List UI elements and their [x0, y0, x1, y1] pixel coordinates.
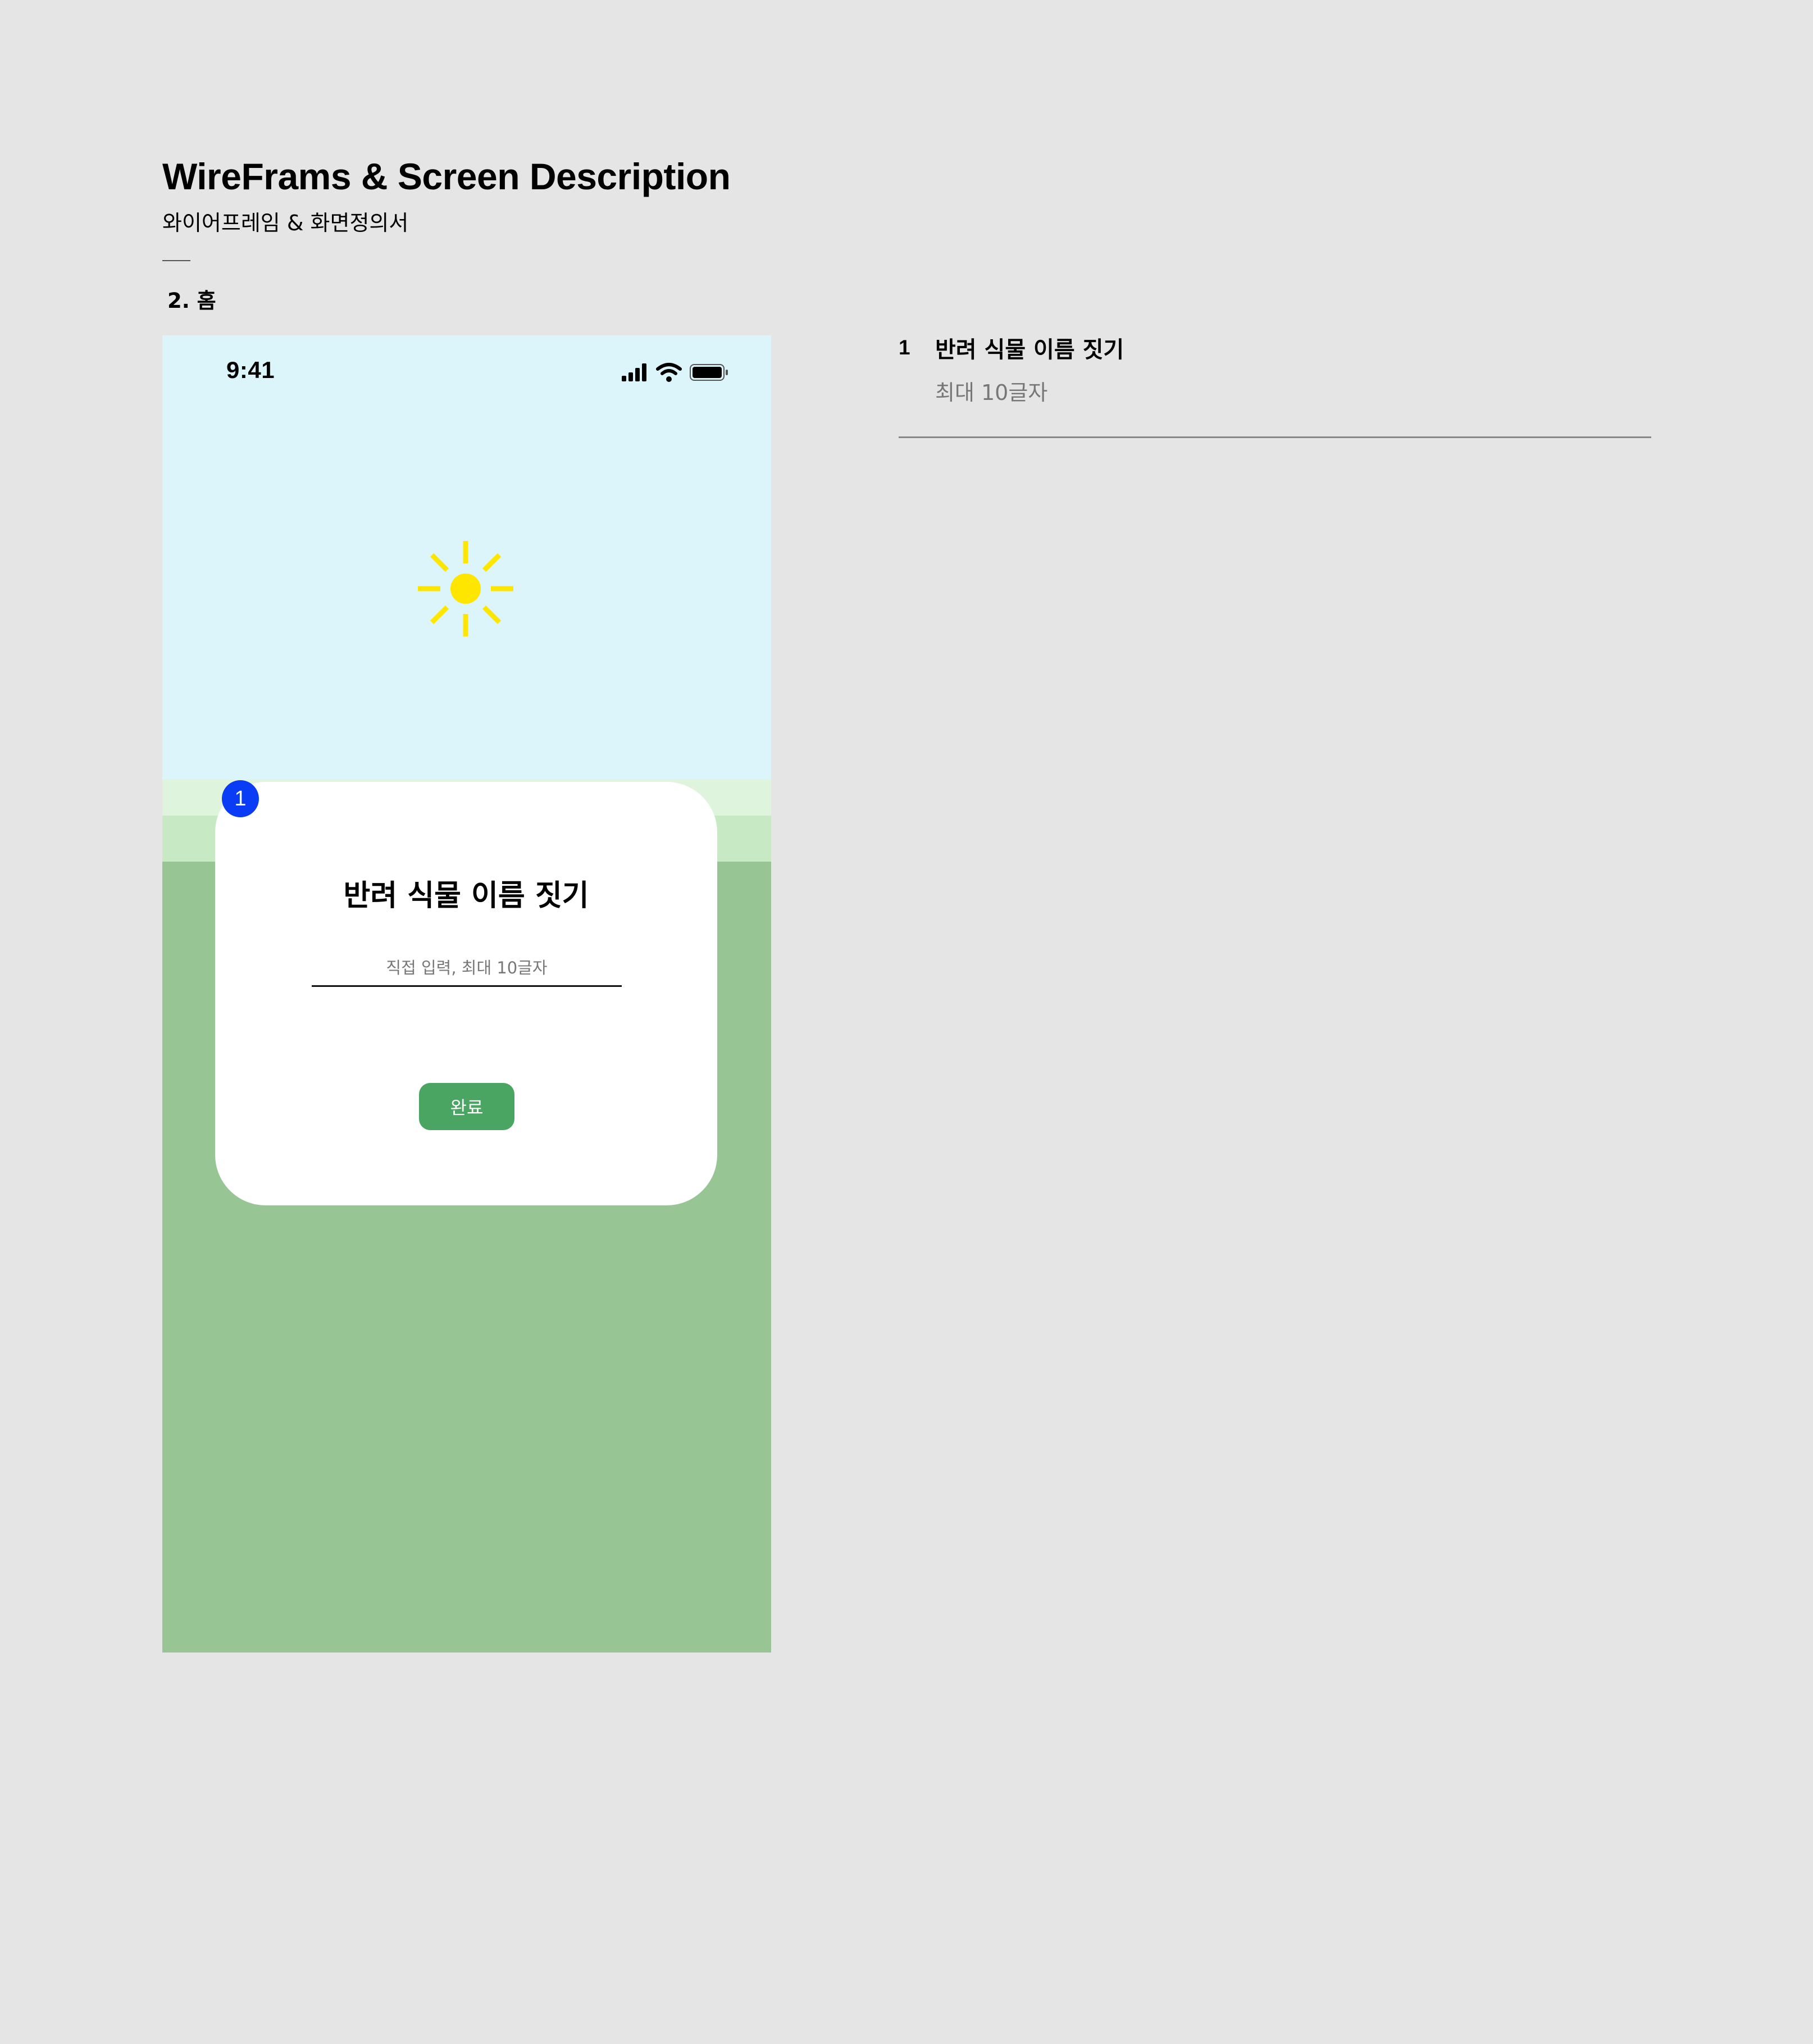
description-number: 1 [899, 336, 910, 359]
page-subtitle: 와이어프레임 & 화면정의서 [162, 211, 409, 235]
phone-screen: 9:41 반려 식물 이름 짓기 직접 입력, 최대 10글자 완료 1 [162, 335, 771, 1653]
plant-name-input[interactable] [312, 954, 622, 987]
battery-icon [689, 362, 730, 383]
status-icons [621, 361, 733, 384]
plant-name-modal: 반려 식물 이름 짓기 완료 [215, 782, 717, 1205]
section-label: 2. 홈 [167, 289, 216, 313]
sun-icon [416, 539, 515, 638]
description-title: 반려 식물 이름 짓기 [935, 337, 1124, 363]
description-divider [899, 436, 1651, 438]
description-detail: 최대 10글자 [935, 380, 1048, 405]
page-title: WireFrams & Screen Description [162, 156, 731, 197]
cellular-signal-icon [621, 361, 649, 384]
wifi-icon [655, 361, 682, 384]
title-divider [162, 260, 190, 261]
status-time: 9:41 [226, 357, 275, 383]
done-button[interactable]: 완료 [419, 1083, 514, 1130]
modal-title: 반려 식물 이름 짓기 [343, 879, 589, 913]
annotation-marker: 1 [222, 780, 259, 817]
status-bar: 9:41 [162, 335, 771, 408]
